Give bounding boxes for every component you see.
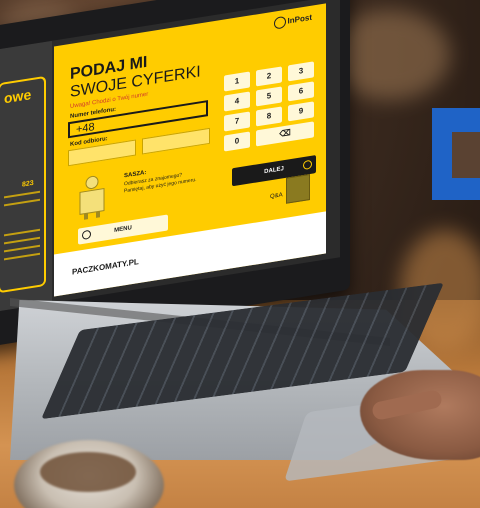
inpost-logo-icon [273,15,286,30]
qa-link[interactable]: Q&A [270,192,283,200]
left-card-text-line [4,228,40,237]
backspace-icon: ⌫ [279,128,291,139]
photo-scene: owe 823 InPost PODAJ MI SWOJE CYFERKI Uw… [0,0,480,508]
keypad-key-7[interactable]: 7 [224,111,250,132]
left-card-title: owe [4,86,32,107]
form-panel: InPost PODAJ MI SWOJE CYFERKI Uwaga! Cho… [54,3,326,297]
pickup-code-input-2[interactable] [142,127,210,155]
phone-input-value: +48 [76,121,95,137]
left-card-text-line [4,198,40,207]
menu-button-label: MENU [114,225,132,234]
keypad-key-5[interactable]: 5 [256,86,282,107]
left-info-card: owe 823 [0,75,46,294]
keypad-key-0[interactable]: 0 [224,131,250,152]
left-card-text-line [4,236,40,245]
numeric-keypad: 1 2 3 4 5 6 7 8 9 0 ⌫ [224,61,316,162]
keypad-key-6[interactable]: 6 [288,81,314,102]
inpost-logo: InPost [273,12,312,30]
courier-illustration [79,175,105,220]
keypad-key-4[interactable]: 4 [224,91,250,112]
left-card-text-line [4,244,40,253]
parcel-locker-illustration [286,173,310,204]
wall-logo-cutout [452,132,480,178]
keypad-key-2[interactable]: 2 [256,66,282,87]
footer-url: PACZKOMATY.PL [72,257,139,277]
left-card-text-line [4,252,40,261]
keypad-key-9[interactable]: 9 [288,101,314,122]
next-button-label: DALEJ [264,166,284,176]
left-card-number: 823 [22,179,34,189]
keypad-key-3[interactable]: 3 [288,61,314,82]
keypad-key-8[interactable]: 8 [256,106,282,127]
left-side-panel: owe 823 [0,40,52,313]
inpost-logo-text: InPost [287,12,312,26]
laptop-screen: owe 823 InPost PODAJ MI SWOJE CYFERKI Uw… [0,0,340,313]
left-card-text-line [4,190,40,199]
coffee-in-cup [40,452,136,492]
arrow-right-icon [303,159,312,171]
arrow-left-icon [82,229,91,241]
keypad-key-1[interactable]: 1 [224,71,250,92]
